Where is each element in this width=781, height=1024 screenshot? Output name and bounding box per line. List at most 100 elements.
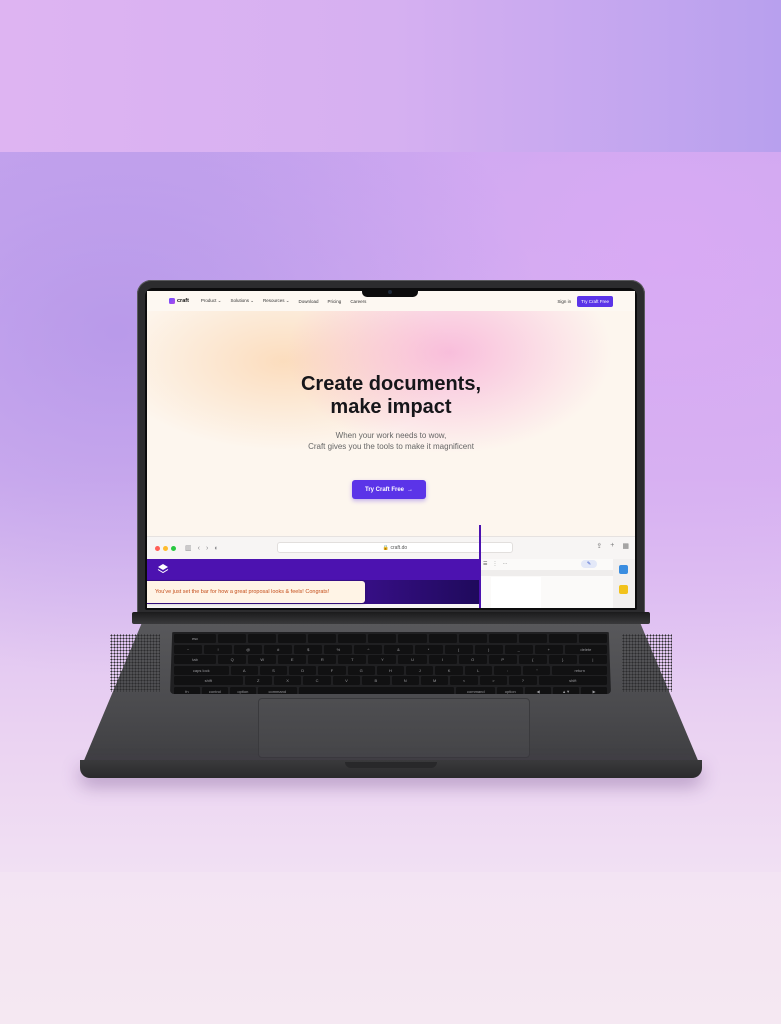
hero-title: Create documents, make impact: [147, 373, 635, 419]
arrow-right-icon: →: [407, 486, 413, 493]
keyboard-key: [248, 634, 277, 643]
left-speaker-grille: [110, 634, 160, 692]
keyboard-key: S: [259, 665, 288, 675]
laptop-hinge: [132, 612, 650, 624]
keyboard-key: F: [318, 665, 346, 675]
keyboard-key: [308, 634, 337, 643]
keyboard-key: T: [338, 655, 367, 664]
background-top: [0, 0, 781, 152]
maximize-window-icon[interactable]: [171, 545, 176, 551]
keyboard-key: %: [324, 644, 353, 654]
plus-icon[interactable]: +: [610, 542, 614, 550]
keyboard-key: return: [552, 665, 607, 675]
keyboard-key: :: [493, 665, 522, 675]
keyboard-key: {: [518, 655, 547, 664]
keyboard-key: <: [450, 676, 478, 685]
keyboard-key: K: [435, 665, 463, 675]
shield-icon[interactable]: ◐: [214, 545, 218, 552]
keyboard-key: [428, 634, 457, 643]
keyboard-key: D: [289, 665, 317, 675]
logo-text: craft: [177, 298, 189, 304]
keyboard-key: !: [204, 644, 233, 654]
notes-icon[interactable]: [619, 585, 628, 594]
keyboard-key: [398, 634, 427, 643]
keyboard-key: I: [428, 655, 457, 664]
more-icon[interactable]: ⋯: [502, 561, 507, 567]
sign-in-link[interactable]: Sign in: [557, 299, 571, 304]
keyboard-key: J: [406, 665, 434, 675]
hero-gradient: [147, 311, 635, 541]
hero-cta-label: Try Craft Free: [364, 486, 404, 493]
keyboard-key: E: [278, 655, 307, 664]
keyboard-key: [518, 634, 547, 643]
calendar-icon[interactable]: [619, 565, 628, 574]
nav-try-craft-free-button[interactable]: Try Craft Free: [577, 295, 613, 307]
keyboard-key: B: [362, 676, 390, 685]
editor-panel: ☰ ⋮ ⋯ ✎: [481, 559, 613, 608]
layers-icon[interactable]: [157, 563, 169, 575]
keyboard-key: delete: [564, 644, 607, 654]
keyboard-key: Q: [218, 655, 247, 664]
keyboard-key: H: [376, 665, 405, 675]
keyboard-key: @: [234, 644, 263, 654]
congrats-toast: You've just set the bar for how a great …: [147, 581, 365, 603]
browser-mockup: ▥ ‹ › ◐ 🔒 craft.do ⇪ + ▦ You've just set…: [147, 525, 635, 608]
align-icon[interactable]: ☰: [483, 561, 487, 567]
background-bottom: [0, 872, 781, 1024]
editor-toolbar: ☰ ⋮ ⋯ ✎: [481, 559, 613, 569]
keyboard-key: [368, 634, 397, 643]
keyboard-key: O: [458, 655, 487, 664]
keyboard-key: [458, 634, 487, 643]
nav-pricing[interactable]: Pricing: [328, 299, 342, 304]
keyboard-key: [278, 634, 307, 643]
keyboard-key: R: [308, 655, 337, 664]
keyboard-key: caps lock: [174, 665, 229, 675]
close-window-icon[interactable]: [155, 545, 160, 551]
keyboard-key: X: [273, 676, 302, 685]
craft-logo-icon: [169, 298, 175, 304]
keyboard-key: ": [523, 665, 551, 675]
keyboard-key: A: [230, 665, 258, 675]
nav-careers[interactable]: Careers: [350, 299, 366, 304]
nav-download[interactable]: Download: [299, 299, 319, 304]
keyboard-key: W: [248, 655, 277, 664]
side-rail: [613, 559, 635, 608]
keyboard-key: _: [504, 644, 533, 654]
camera-icon: [388, 290, 392, 294]
sidebar-icon[interactable]: ▥: [185, 544, 192, 552]
craft-logo[interactable]: craft: [169, 298, 189, 304]
keyboard-key: $: [294, 644, 323, 654]
keyboard-key: }: [548, 655, 577, 664]
share-icon[interactable]: ⇪: [596, 542, 602, 550]
address-bar[interactable]: 🔒 craft.do: [277, 542, 513, 553]
list-icon[interactable]: ⋮: [492, 561, 497, 567]
lock-icon: 🔒: [382, 545, 390, 551]
keyboard-key: +: [534, 644, 563, 654]
minimize-window-icon[interactable]: [163, 545, 168, 551]
keyboard-key: [218, 634, 247, 643]
keyboard-key: esc: [174, 634, 217, 643]
forward-icon[interactable]: ›: [206, 545, 208, 552]
keyboard-key: L: [464, 665, 492, 675]
pen-tool-icon[interactable]: ✎: [581, 560, 597, 568]
right-speaker-grille: [622, 634, 672, 692]
keyboard: esc ~! @ # $% ^ & *() _ + delete tab Q W E R T Y U I O P{} |…: [170, 632, 611, 694]
keyboard-key: >: [479, 676, 508, 685]
keyboard-key: ~: [174, 644, 203, 654]
hero-try-craft-free-button[interactable]: Try Craft Free →: [352, 480, 426, 499]
back-icon[interactable]: ‹: [198, 545, 200, 552]
keyboard-key: M: [420, 676, 449, 685]
url-text: craft.do: [390, 545, 408, 551]
keyboard-key: Y: [368, 655, 397, 664]
nav-product[interactable]: Product ⌄: [201, 298, 222, 304]
keyboard-key: U: [398, 655, 427, 664]
laptop-screen: craft Product ⌄ Solutions ⌄ Resources ⌄ …: [147, 291, 635, 608]
nav-resources[interactable]: Resources ⌄: [263, 298, 290, 304]
tabs-icon[interactable]: ▦: [622, 542, 629, 550]
nav-solutions[interactable]: Solutions ⌄: [230, 298, 254, 304]
keyboard-key: ?: [509, 676, 537, 685]
browser-right-controls: ⇪ + ▦: [596, 542, 629, 550]
keyboard-key: *: [414, 644, 443, 654]
keyboard-key: &: [384, 644, 413, 654]
document-header-banner: [147, 559, 479, 580]
